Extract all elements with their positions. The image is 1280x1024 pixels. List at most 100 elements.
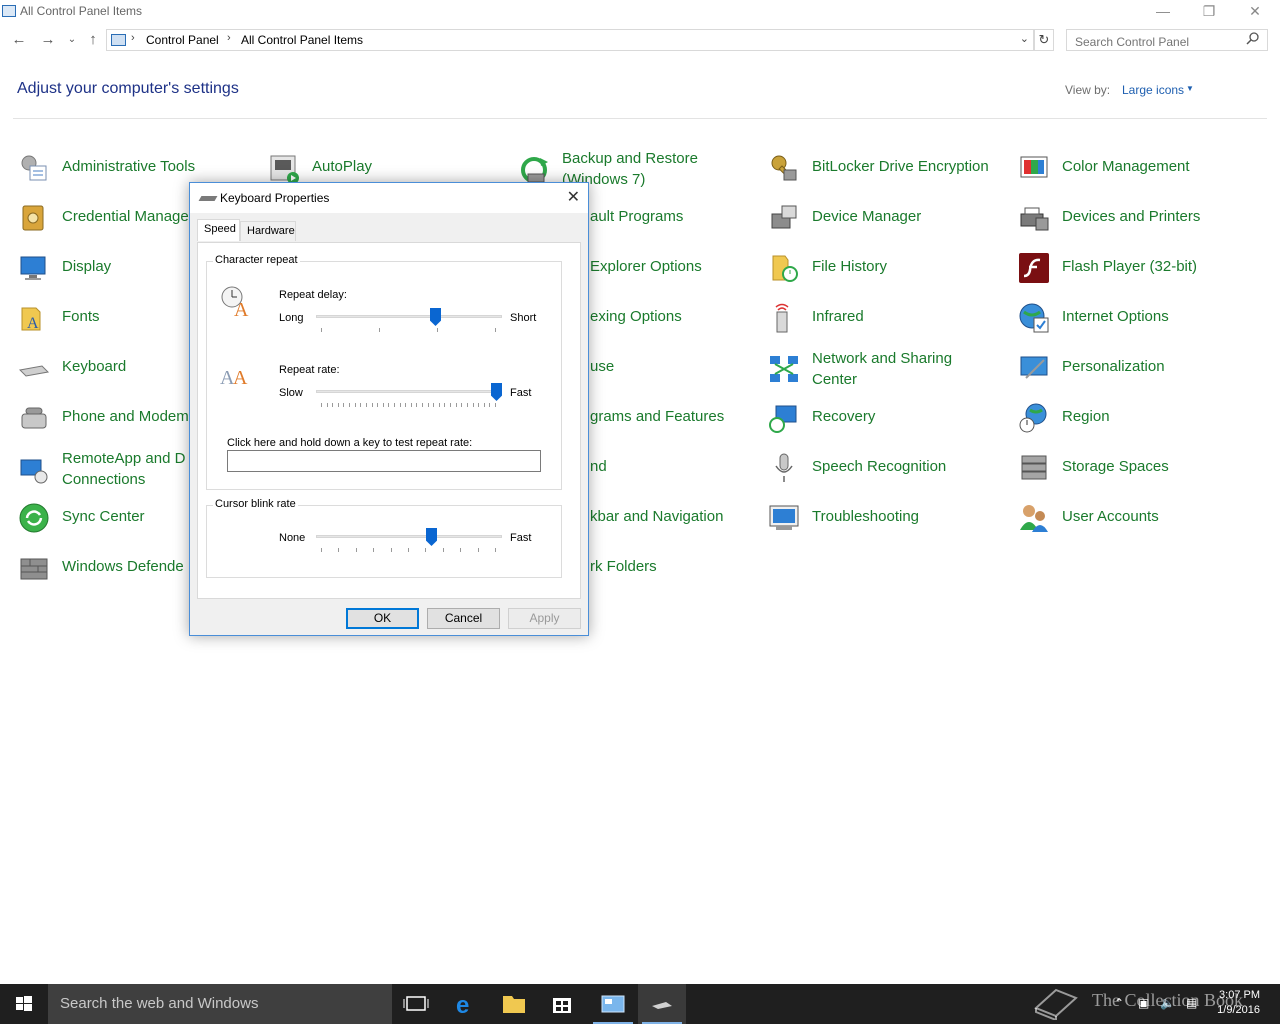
group-label: Cursor blink rate: [213, 498, 298, 510]
dialog-close-icon[interactable]: ✕: [567, 187, 580, 207]
file-explorer-icon[interactable]: [490, 984, 538, 1024]
item-label: Windows Defende: [62, 558, 184, 575]
slider-tick: [484, 403, 485, 407]
item-label: Phone and Modem: [62, 408, 189, 425]
tab-speed[interactable]: Speed: [197, 219, 240, 241]
back-arrow-icon[interactable]: ←: [9, 30, 29, 50]
slider-tick: [437, 328, 438, 332]
cursor-blink-slider[interactable]: [316, 526, 502, 556]
control-panel-icon: [601, 995, 625, 1013]
store-icon[interactable]: [538, 984, 586, 1024]
item-personalization[interactable]: Personalization: [1018, 346, 1238, 390]
breadcrumb-all-items[interactable]: All Control Panel Items: [241, 33, 363, 47]
restore-button[interactable]: ❐: [1186, 0, 1232, 24]
cancel-button[interactable]: Cancel: [427, 608, 500, 629]
view-by-dropdown[interactable]: Large icons: [1122, 83, 1184, 97]
taskbar-keyboard-properties[interactable]: [638, 984, 686, 1024]
taskbar-control-panel[interactable]: [589, 984, 637, 1024]
edge-browser-icon[interactable]: e: [442, 984, 490, 1024]
item-label: User Accounts: [1062, 508, 1159, 525]
item-device-manager[interactable]: Device Manager: [768, 196, 968, 240]
item-remoteapp[interactable]: RemoteApp and D Connections: [18, 448, 190, 492]
item-keyboard[interactable]: Keyboard: [18, 346, 178, 390]
troubleshooting-icon: [769, 505, 799, 530]
task-view-icon[interactable]: [392, 984, 440, 1024]
item-recovery[interactable]: Recovery: [768, 396, 968, 440]
search-input[interactable]: [1066, 29, 1268, 51]
slider-tick: [460, 548, 461, 552]
item-bitlocker[interactable]: BitLocker Drive Encryption: [768, 146, 1008, 190]
chevron-down-icon[interactable]: ⌄: [1020, 32, 1029, 45]
item-color-management[interactable]: Color Management: [1018, 146, 1238, 190]
chevron-down-icon[interactable]: ▼: [1186, 84, 1194, 93]
dialog-title: Keyboard Properties: [220, 191, 330, 205]
close-button[interactable]: ✕: [1232, 0, 1278, 24]
slider-thumb[interactable]: [491, 383, 502, 401]
svg-text:A: A: [234, 299, 249, 318]
keyboard-icon: [18, 365, 50, 377]
slider-tick: [467, 403, 468, 407]
device-manager-icon: [771, 205, 797, 229]
item-region[interactable]: Region: [1018, 396, 1238, 440]
up-arrow-icon[interactable]: ↑: [83, 30, 103, 50]
item-sync-center[interactable]: Sync Center: [18, 496, 178, 540]
recovery-icon: [769, 405, 797, 433]
slider-tick: [495, 403, 496, 407]
minimize-button[interactable]: —: [1140, 0, 1186, 24]
character-repeat-group: Character repeat A Repeat delay: Long Sh…: [206, 254, 562, 490]
item-phone-and-modem[interactable]: Phone and Modem: [18, 396, 190, 440]
forward-arrow-icon[interactable]: →: [38, 30, 58, 50]
address-bar[interactable]: › Control Panel › All Control Panel Item…: [106, 29, 1034, 51]
recent-locations-chevron-icon[interactable]: ⌄: [62, 30, 82, 50]
item-file-history[interactable]: File History: [768, 246, 968, 290]
slider-thumb[interactable]: [426, 528, 437, 546]
administrative-tools-icon: [21, 155, 47, 181]
repeat-rate-slider[interactable]: [316, 381, 502, 411]
item-troubleshooting[interactable]: Troubleshooting: [768, 496, 968, 540]
item-flash-player[interactable]: Flash Player (32-bit): [1018, 246, 1238, 290]
item-network-and-sharing[interactable]: Network and Sharing Center: [768, 348, 988, 392]
slider-tick: [405, 403, 406, 407]
search-icon[interactable]: [1246, 31, 1260, 45]
item-storage-spaces[interactable]: Storage Spaces: [1018, 446, 1238, 490]
repeat-delay-icon: A: [221, 286, 249, 318]
dialog-title-bar[interactable]: Keyboard Properties ✕: [190, 183, 588, 213]
test-repeat-input[interactable]: [227, 450, 541, 472]
item-infrared[interactable]: Infrared: [768, 296, 968, 340]
slider-tick: [456, 403, 457, 407]
slider-ticks: [321, 548, 496, 552]
slider-track: [316, 535, 502, 538]
slider-tick: [321, 403, 322, 407]
item-label: Sync Center: [62, 508, 145, 525]
slider-tick: [383, 403, 384, 407]
breadcrumb-control-panel[interactable]: Control Panel: [146, 33, 219, 47]
item-label: File History: [812, 258, 888, 275]
refresh-icon[interactable]: ↻: [1034, 29, 1054, 51]
item-speech-recognition[interactable]: Speech Recognition: [768, 446, 988, 490]
breadcrumb-separator-icon: ›: [227, 32, 231, 44]
item-label: AutoPlay: [312, 158, 373, 175]
slider-tick: [478, 548, 479, 552]
item-internet-options[interactable]: Internet Options: [1018, 296, 1238, 340]
slider-thumb[interactable]: [430, 308, 441, 326]
item-fonts[interactable]: A Fonts: [18, 296, 178, 340]
slider-tick: [332, 403, 333, 407]
item-credential-manager[interactable]: Credential Manage: [18, 196, 190, 240]
slider-tick: [355, 403, 356, 407]
taskbar-search-box[interactable]: Search the web and Windows: [48, 984, 392, 1024]
slider-tick: [338, 403, 339, 407]
tab-hardware[interactable]: Hardware: [240, 221, 296, 241]
item-administrative-tools[interactable]: Administrative Tools: [18, 146, 218, 190]
item-label: rk Folders: [590, 558, 657, 575]
control-panel-icon: [2, 5, 16, 17]
apply-button[interactable]: Apply: [508, 608, 581, 629]
item-windows-defender[interactable]: Windows Defende: [18, 546, 190, 590]
ok-button[interactable]: OK: [346, 608, 419, 629]
item-devices-and-printers[interactable]: Devices and Printers: [1018, 196, 1238, 240]
delay-min-label: Long: [279, 312, 304, 324]
item-user-accounts[interactable]: User Accounts: [1018, 496, 1238, 540]
item-display[interactable]: Display: [18, 246, 178, 290]
slider-tick: [391, 548, 392, 552]
repeat-delay-slider[interactable]: [316, 306, 502, 336]
windows-start-icon[interactable]: [0, 984, 48, 1024]
